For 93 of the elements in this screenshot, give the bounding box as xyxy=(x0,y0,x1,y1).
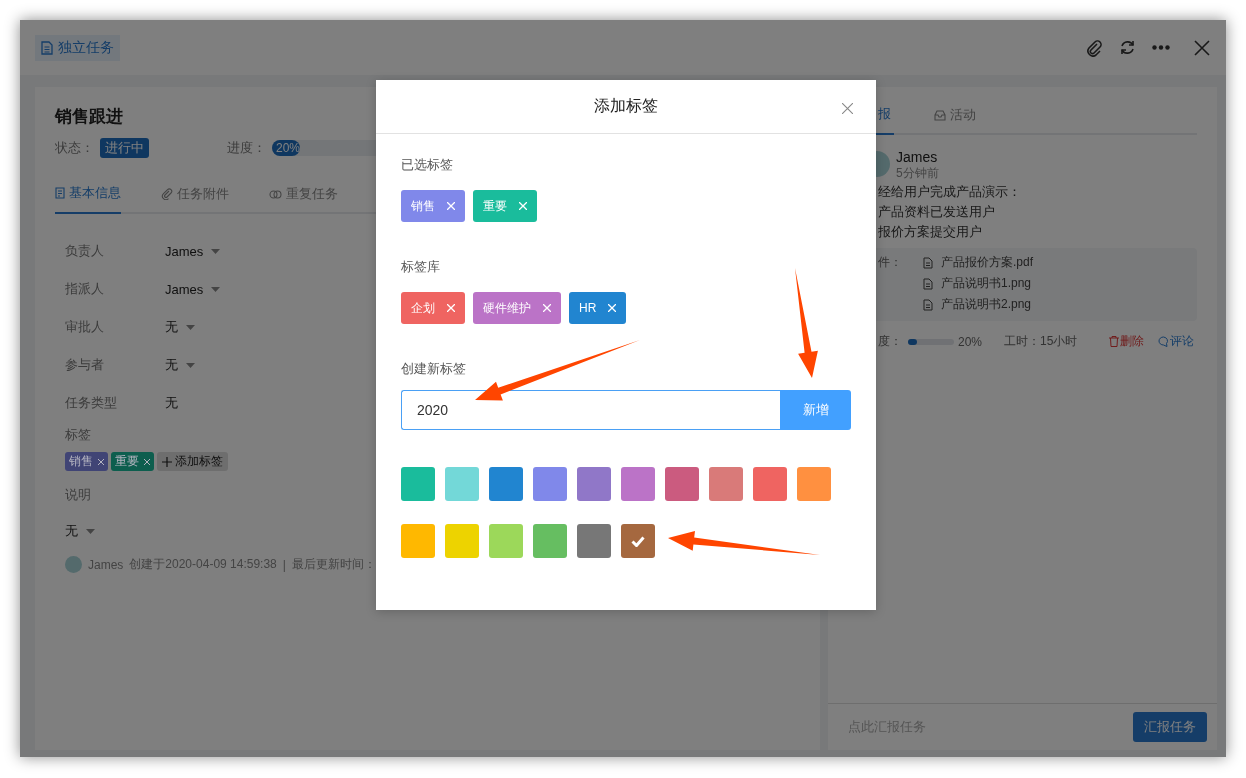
remove-icon[interactable] xyxy=(98,458,104,465)
attachment-link[interactable]: 产品说明书2.png xyxy=(941,296,1032,313)
field-value[interactable]: 无 xyxy=(165,356,178,374)
color-swatch[interactable] xyxy=(489,524,523,558)
color-swatch[interactable] xyxy=(753,467,787,501)
color-swatch[interactable] xyxy=(533,467,567,501)
description-value[interactable]: 无 xyxy=(65,522,78,540)
field-label: 审批人 xyxy=(65,318,105,336)
document-icon xyxy=(41,40,53,55)
submit-report-button[interactable]: 汇报任务 xyxy=(1133,712,1207,742)
tag[interactable]: 企划 xyxy=(401,292,465,324)
caret-icon[interactable] xyxy=(211,248,221,254)
color-swatch[interactable] xyxy=(709,467,743,501)
close-icon[interactable] xyxy=(1194,39,1210,56)
field-value[interactable]: James xyxy=(165,281,204,297)
separator: | xyxy=(282,557,286,572)
section-label: 已选标签 xyxy=(401,156,454,174)
file-icon xyxy=(923,256,933,269)
tags-label: 标签 xyxy=(64,426,92,444)
plus-icon xyxy=(162,456,172,467)
dialog-title: 添加标签 xyxy=(594,96,658,116)
tag[interactable]: 重要 xyxy=(473,190,537,222)
field-label: 指派人 xyxy=(65,280,105,298)
progress-reading: 20% xyxy=(958,334,983,349)
field-value[interactable]: James xyxy=(165,243,204,259)
caret-icon[interactable] xyxy=(86,528,95,534)
add-tag-button[interactable]: 添加标签 xyxy=(157,452,228,471)
inbox-icon xyxy=(934,109,946,121)
caret-icon[interactable] xyxy=(211,286,221,292)
detail-tab[interactable]: 基本信息 xyxy=(55,184,121,214)
task-type-tab[interactable]: 独立任务 xyxy=(35,34,120,61)
task-title: 销售跟进 xyxy=(55,106,123,128)
color-swatch[interactable] xyxy=(401,524,435,558)
field-label: 负责人 xyxy=(65,242,105,260)
author-name: James xyxy=(88,557,124,572)
refresh-icon[interactable] xyxy=(1119,39,1136,56)
tag[interactable]: 硬件维护 xyxy=(473,292,561,324)
color-swatch[interactable] xyxy=(489,467,523,501)
tag-name-field[interactable]: 2020 xyxy=(401,390,780,430)
progress-label: 进度： xyxy=(227,139,266,157)
file-icon xyxy=(923,298,933,311)
attachment-link[interactable]: 产品报价方案.pdf xyxy=(941,254,1033,271)
comment-icon[interactable] xyxy=(1158,336,1170,347)
status-label: 状态： xyxy=(55,139,94,157)
attachment-link[interactable]: 产品说明书1.png xyxy=(941,275,1032,292)
panel-tab[interactable]: 活动 xyxy=(934,105,976,135)
comment-link[interactable]: 评论 xyxy=(1158,333,1195,350)
color-swatch[interactable] xyxy=(533,524,567,558)
remove-icon[interactable] xyxy=(144,458,150,465)
check-icon xyxy=(631,535,645,547)
color-swatch[interactable] xyxy=(445,467,479,501)
tag[interactable]: 重要 xyxy=(111,452,154,471)
attachments-label: 件： xyxy=(878,254,903,271)
color-swatch[interactable] xyxy=(401,467,435,501)
progress-reading: 20% xyxy=(276,140,301,156)
color-swatch[interactable] xyxy=(445,524,479,558)
tag[interactable]: HR xyxy=(569,292,627,324)
tag[interactable]: 销售 xyxy=(65,452,108,471)
field-label: 参与者 xyxy=(65,356,105,374)
report-text: 经给用户完成产品演示： xyxy=(878,183,1022,201)
color-swatch[interactable] xyxy=(621,524,655,558)
field-value: 无 xyxy=(165,394,178,412)
avatar xyxy=(65,556,82,573)
caret-icon[interactable] xyxy=(186,362,195,368)
file-icon xyxy=(923,277,933,290)
color-swatch[interactable] xyxy=(577,524,611,558)
color-swatch[interactable] xyxy=(621,467,655,501)
more-icon[interactable] xyxy=(1152,45,1170,50)
status-badge: 进行中 xyxy=(100,138,149,158)
detail-tab[interactable]: 任务附件 xyxy=(161,184,229,214)
color-swatch[interactable] xyxy=(797,467,831,501)
delete-link[interactable]: 删除 xyxy=(1109,333,1145,350)
attachment-icon[interactable] xyxy=(1085,38,1103,57)
section-label: 标签库 xyxy=(401,258,441,276)
color-swatch[interactable] xyxy=(665,467,699,501)
document-icon xyxy=(55,187,65,199)
progress-label: 度： xyxy=(878,333,902,350)
report-text: 产品资料已发送用户 xyxy=(878,203,996,221)
field-value[interactable]: 无 xyxy=(165,318,178,336)
paperclip-icon xyxy=(161,188,173,200)
color-swatch[interactable] xyxy=(577,467,611,501)
tag[interactable]: 销售 xyxy=(401,190,465,222)
field-label: 任务类型 xyxy=(65,394,118,412)
add-button[interactable]: 新增 xyxy=(780,390,851,430)
work-hours: 工时：15小时 xyxy=(1004,333,1078,350)
link-icon xyxy=(269,188,282,200)
description-label: 说明 xyxy=(64,486,92,504)
author-name: James xyxy=(896,149,939,165)
caret-icon[interactable] xyxy=(186,324,195,330)
close-icon[interactable] xyxy=(842,103,853,114)
trash-icon[interactable] xyxy=(1109,336,1120,347)
section-label: 创建新标签 xyxy=(401,360,467,378)
report-text: 报价方案提交用户 xyxy=(878,223,983,241)
